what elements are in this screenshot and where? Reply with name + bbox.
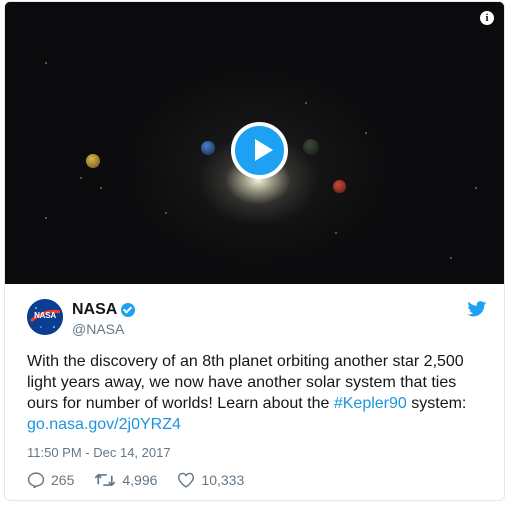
like-button[interactable]: 10,333 bbox=[177, 472, 244, 488]
play-icon bbox=[255, 139, 273, 161]
short-url-link[interactable]: go.nasa.gov/2j0YRZ4 bbox=[27, 416, 181, 433]
retweet-icon bbox=[95, 473, 116, 487]
tweet-text: With the discovery of an 8th planet orbi… bbox=[27, 351, 489, 435]
star bbox=[165, 212, 167, 214]
avatar[interactable]: NASA bbox=[27, 299, 63, 335]
star bbox=[365, 132, 367, 134]
star bbox=[305, 102, 307, 104]
star bbox=[335, 232, 337, 234]
reply-button[interactable]: 265 bbox=[27, 472, 74, 488]
star bbox=[80, 177, 82, 179]
twitter-bird-icon[interactable] bbox=[467, 301, 487, 317]
hashtag-link[interactable]: #Kepler90 bbox=[334, 395, 407, 412]
star bbox=[450, 257, 452, 259]
planet bbox=[86, 154, 100, 168]
retweet-count: 4,996 bbox=[122, 472, 158, 488]
play-button[interactable] bbox=[231, 122, 288, 179]
info-icon[interactable]: i bbox=[480, 11, 494, 25]
tweet-header: NASA NASA @NASA bbox=[27, 299, 487, 339]
embedded-tweet-card: i NASA NASA @NASA With the discovery of … bbox=[4, 1, 505, 501]
tweet-timestamp[interactable]: 11:50 PM - Dec 14, 2017 bbox=[27, 445, 171, 460]
star bbox=[475, 187, 477, 189]
star bbox=[45, 62, 47, 64]
planet bbox=[333, 180, 346, 193]
heart-icon bbox=[178, 472, 195, 488]
star bbox=[100, 187, 102, 189]
author-handle[interactable]: @NASA bbox=[72, 321, 124, 337]
like-count: 10,333 bbox=[201, 472, 245, 488]
avatar-text: NASA bbox=[34, 311, 56, 320]
tweet-text-part2: system: bbox=[406, 395, 467, 412]
tweet-video[interactable]: i bbox=[5, 2, 504, 284]
planet bbox=[201, 141, 215, 155]
tweet-actions: 265 4,996 10,333 bbox=[27, 470, 264, 490]
reply-icon bbox=[27, 472, 45, 488]
author-name[interactable]: NASA bbox=[72, 301, 117, 319]
reply-count: 265 bbox=[51, 472, 75, 488]
planet bbox=[303, 139, 319, 155]
retweet-button[interactable]: 4,996 bbox=[94, 472, 157, 488]
verified-badge-icon bbox=[121, 303, 136, 317]
star bbox=[45, 217, 47, 219]
